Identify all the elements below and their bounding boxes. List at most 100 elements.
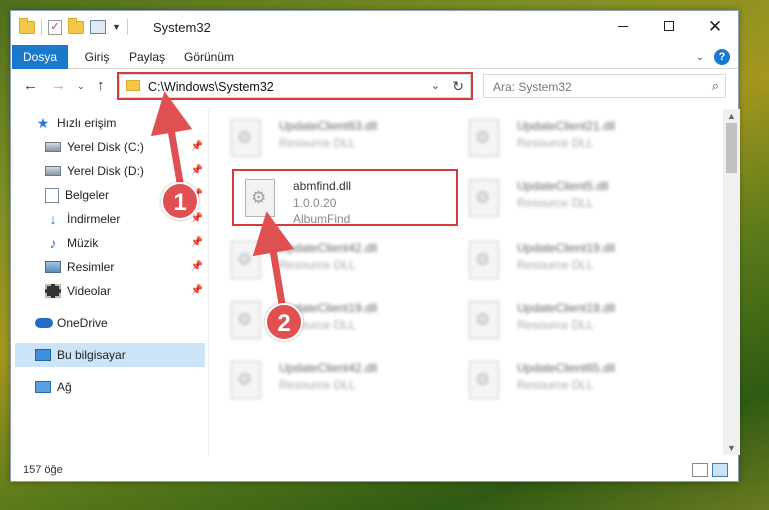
file-type: Resource DLL: [517, 196, 594, 210]
scroll-up-icon[interactable]: ▲: [727, 111, 736, 121]
sidebar-item-label: Hızlı erişim: [57, 116, 117, 130]
close-button[interactable]: ✕: [692, 11, 738, 41]
minimize-icon: [618, 25, 628, 27]
pin-icon[interactable]: 📌: [191, 285, 203, 296]
file-highlight-box: [232, 169, 458, 226]
scroll-thumb[interactable]: [726, 123, 737, 173]
folder-icon: [19, 17, 35, 34]
picture-icon: [45, 261, 61, 273]
navigation-pane: ★ Hızlı erişim Yerel Disk (C:) 📌 Yerel D…: [11, 109, 209, 455]
vertical-scrollbar[interactable]: ▲ ▼: [723, 109, 740, 455]
file-item[interactable]: UpdateClient63.dll Resource DLL: [211, 111, 439, 165]
sidebar-item-label: Yerel Disk (C:): [67, 140, 144, 154]
dll-file-icon: [469, 119, 499, 157]
address-row: ← → ⌄ ↑ C:\Windows\System32 ⌄ ↻ Ara: Sys…: [11, 69, 738, 103]
details-view-icon[interactable]: [692, 463, 708, 477]
file-type: Resource DLL: [279, 136, 356, 150]
sidebar-item-label: Bu bilgisayar: [57, 348, 126, 362]
maximize-button[interactable]: [646, 11, 692, 41]
file-item[interactable]: UpdateClient19.dll Resource DLL: [449, 233, 677, 287]
computer-icon: [35, 349, 51, 361]
file-name: UpdateClient5.dll: [517, 179, 609, 193]
file-item[interactable]: UpdateClient19.dll Resource DLL: [449, 293, 677, 347]
sidebar-item-this-pc[interactable]: Bu bilgisayar: [15, 343, 205, 367]
new-folder-icon[interactable]: [68, 17, 84, 34]
pane-divider[interactable]: [208, 109, 209, 455]
file-list: UpdateClient63.dll Resource DLL UpdateCl…: [211, 109, 723, 455]
file-item[interactable]: UpdateClient65.dll Resource DLL: [449, 353, 677, 407]
pin-icon[interactable]: 📌: [191, 165, 203, 176]
dll-file-icon: [231, 119, 261, 157]
document-icon: [45, 187, 59, 203]
file-item[interactable]: UpdateClient19.dll Resource DLL: [211, 293, 439, 347]
sidebar-item-onedrive[interactable]: OneDrive: [35, 311, 227, 335]
tab-view[interactable]: Görünüm: [181, 45, 237, 69]
dll-file-icon: [231, 241, 261, 279]
ribbon-tabs: Dosya Giriş Paylaş Görünüm ⌄ ?: [11, 45, 738, 69]
network-icon: [35, 381, 51, 393]
pin-icon[interactable]: 📌: [191, 141, 203, 152]
chevron-down-icon[interactable]: ▼: [112, 22, 121, 32]
up-button[interactable]: ↑: [97, 77, 105, 94]
disk-icon: [45, 142, 61, 152]
dll-file-icon: [469, 241, 499, 279]
sidebar-item-label: Resimler: [67, 260, 115, 274]
sidebar-item-videos[interactable]: Videolar 📌: [45, 279, 209, 303]
file-type: Resource DLL: [279, 378, 356, 392]
scroll-down-icon[interactable]: ▼: [727, 443, 736, 453]
pin-icon[interactable]: 📌: [191, 261, 203, 272]
close-icon: ✕: [707, 16, 723, 36]
search-input[interactable]: Ara: System32 ⌕: [483, 74, 726, 98]
sidebar-item-music[interactable]: ♪ Müzik 📌: [45, 231, 209, 255]
search-icon[interactable]: ⌕: [712, 78, 719, 94]
dll-file-icon: [469, 301, 499, 339]
title-bar: ✓ ▼ System32 ✕: [11, 11, 738, 45]
quick-access-toolbar: ✓ ▼: [19, 17, 128, 35]
sidebar-item-disk-c[interactable]: Yerel Disk (C:) 📌: [45, 135, 209, 159]
file-item[interactable]: UpdateClient42.dll Resource DLL: [211, 353, 439, 407]
toolbar-separator: [41, 19, 42, 35]
status-bar: 157 öğe: [11, 459, 738, 482]
minimize-button[interactable]: [600, 11, 646, 41]
file-name: UpdateClient42.dll: [279, 241, 378, 255]
sidebar-item-quick-access[interactable]: ★ Hızlı erişim: [35, 111, 227, 135]
file-name: UpdateClient42.dll: [279, 361, 378, 375]
ribbon-right-controls: ⌄ ?: [696, 49, 730, 65]
window-controls: ✕: [600, 11, 738, 41]
file-type: Resource DLL: [517, 258, 594, 272]
help-icon[interactable]: ?: [714, 49, 730, 65]
tab-share[interactable]: Paylaş: [125, 45, 169, 69]
disk-icon: [45, 166, 61, 176]
maximize-icon: [664, 21, 674, 31]
dll-file-icon: [231, 361, 261, 399]
sidebar-item-label: Yerel Disk (D:): [67, 164, 144, 178]
sidebar-item-disk-d[interactable]: Yerel Disk (D:) 📌: [45, 159, 209, 183]
recent-locations-icon[interactable]: ⌄: [77, 81, 85, 92]
expand-ribbon-icon[interactable]: ⌄: [696, 52, 704, 63]
properties-check-icon[interactable]: ✓: [48, 19, 62, 35]
file-name: UpdateClient21.dll: [517, 119, 616, 133]
file-name: UpdateClient65.dll: [517, 361, 616, 375]
forward-button[interactable]: →: [51, 77, 66, 94]
back-button[interactable]: ←: [23, 77, 38, 94]
sidebar-item-network[interactable]: Ağ: [35, 375, 227, 399]
file-item[interactable]: UpdateClient5.dll Resource DLL: [449, 171, 677, 225]
explorer-window: ✓ ▼ System32 ✕ Dosya Giriş Paylaş Görünü…: [10, 10, 740, 482]
sidebar-item-label: Müzik: [67, 236, 99, 250]
customize-icon[interactable]: [90, 20, 106, 34]
sidebar-item-label: Ağ: [57, 380, 72, 394]
tab-home[interactable]: Giriş: [79, 45, 115, 69]
music-icon: ♪: [49, 235, 57, 251]
dll-file-icon: [469, 361, 499, 399]
sidebar-item-pictures[interactable]: Resimler 📌: [45, 255, 209, 279]
dll-file-icon: [469, 179, 499, 217]
sidebar-item-label: Belgeler: [65, 188, 110, 202]
pin-icon[interactable]: 📌: [191, 237, 203, 248]
star-icon: ★: [36, 114, 50, 131]
address-highlight-box: [117, 72, 473, 100]
tab-file[interactable]: Dosya: [12, 45, 68, 69]
file-item[interactable]: UpdateClient21.dll Resource DLL: [449, 111, 677, 165]
toolbar-separator: [126, 19, 128, 35]
file-item[interactable]: UpdateClient42.dll Resource DLL: [211, 233, 439, 287]
large-icons-view-icon[interactable]: [712, 463, 728, 477]
